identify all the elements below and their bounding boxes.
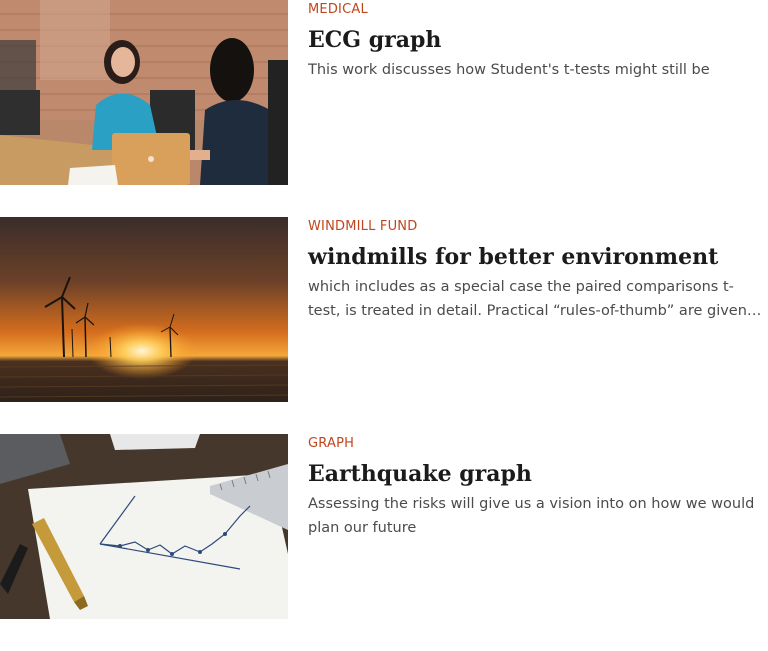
article-excerpt: Assessing the risks will give us a visio… [308, 496, 755, 536]
article-excerpt: which includes as a special case the pai… [308, 279, 752, 319]
article-category[interactable]: WINDMILL FUND [308, 217, 766, 237]
article-title[interactable]: Earthquake graph [308, 459, 766, 489]
article-category[interactable]: GRAPH [308, 434, 766, 454]
article-title[interactable]: windmills for better environment [308, 242, 766, 272]
article-list: MEDICAL ECG graph This work discusses ho… [0, 0, 768, 651]
article-card[interactable]: GRAPH Earthquake graph Assessing the ris… [0, 434, 768, 619]
article-text: WINDMILL FUND windmills for better envir… [308, 217, 766, 323]
article-card[interactable]: WINDMILL FUND windmills for better envir… [0, 217, 768, 402]
article-thumbnail-meeting[interactable] [0, 0, 288, 185]
article-thumbnail-windmill[interactable] [0, 217, 288, 402]
meeting-photo-icon [0, 0, 288, 185]
article-title[interactable]: ECG graph [308, 25, 766, 55]
windmill-sunset-photo-icon [0, 217, 288, 402]
article-thumbnail-graph[interactable] [0, 434, 288, 619]
graph-paper-photo-icon [0, 434, 288, 619]
article-excerpt: This work discusses how Student's t-test… [308, 62, 710, 78]
article-category[interactable]: MEDICAL [308, 0, 766, 20]
article-card[interactable]: MEDICAL ECG graph This work discusses ho… [0, 0, 768, 185]
article-text: MEDICAL ECG graph This work discusses ho… [308, 0, 766, 82]
article-text: GRAPH Earthquake graph Assessing the ris… [308, 434, 766, 540]
